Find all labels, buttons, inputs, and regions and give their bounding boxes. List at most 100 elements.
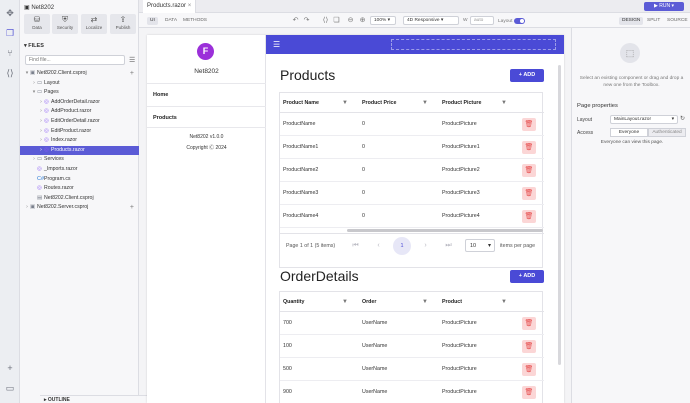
filter-icon[interactable]: ▼ xyxy=(342,292,349,305)
delete-button[interactable]: 🗑 xyxy=(522,317,536,330)
components-icon[interactable]: ✥ xyxy=(5,8,15,18)
file-tree-item[interactable]: ◎ Routes.razor xyxy=(20,184,139,194)
file-tree-item[interactable]: › ▭ Layout xyxy=(20,79,139,89)
table-row[interactable]: ProductName3 0 ProductPicture3 🗑 xyxy=(280,182,544,205)
first-page-icon[interactable]: ⏮ xyxy=(350,240,361,251)
add-product-button[interactable]: + ADD xyxy=(510,69,544,82)
redo-icon[interactable]: ↷ xyxy=(302,16,311,24)
file-tree-item[interactable]: › ◎ AddProduct.razor xyxy=(20,107,139,117)
device-select[interactable]: 4D Responsive ▾ xyxy=(403,16,459,25)
table-row[interactable]: 500 UserName ProductPicture 🗑 xyxy=(280,358,544,381)
close-icon[interactable]: × xyxy=(188,3,192,9)
prev-page-icon[interactable]: ‹ xyxy=(373,240,384,251)
menu-icon[interactable]: ☰ xyxy=(273,40,280,49)
file-tree-item[interactable]: › ◎ EditOrderDetail.razor xyxy=(20,117,139,127)
file-tree-item[interactable]: ▾ ▣ Net8202.Client.csproj + xyxy=(20,69,139,79)
add-icon[interactable]: + xyxy=(5,363,15,373)
delete-button[interactable]: 🗑 xyxy=(522,118,536,131)
add-icon[interactable]: + xyxy=(130,69,134,79)
add-icon[interactable]: + xyxy=(130,203,134,213)
file-tree-item[interactable]: › ◎ Index.razor xyxy=(20,136,139,146)
add-orderdetail-button[interactable]: + ADD xyxy=(510,270,544,283)
tab-ui[interactable]: UI xyxy=(147,17,158,25)
nav-home[interactable]: Home xyxy=(147,83,266,105)
col-product[interactable]: Product xyxy=(442,292,462,312)
table-row[interactable]: ProductName4 0 ProductPicture4 🗑 xyxy=(280,205,544,228)
tab-design[interactable]: DESIGN xyxy=(619,17,644,25)
undo-icon[interactable]: ↶ xyxy=(291,16,300,24)
access-authenticated[interactable]: Authenticated xyxy=(648,128,686,137)
outline-section[interactable]: ▸ OUTLINE xyxy=(40,395,159,403)
table-row[interactable]: ProductName 0 ProductPicture 🗑 xyxy=(280,113,544,136)
file-tree-item[interactable]: ◎ _Imports.razor xyxy=(20,165,139,175)
file-tree-item[interactable]: › ◎ EditProduct.razor xyxy=(20,127,139,137)
file-filter-input[interactable] xyxy=(25,55,125,65)
copy-icon[interactable]: ❏ xyxy=(332,16,341,24)
delete-button[interactable]: 🗑 xyxy=(522,340,536,353)
delete-button[interactable]: 🗑 xyxy=(522,141,536,154)
table-row[interactable]: 100 UserName ProductPicture 🗑 xyxy=(280,335,544,358)
page-1-button[interactable]: 1 xyxy=(393,237,411,255)
horizontal-scrollbar[interactable] xyxy=(347,229,543,232)
refresh-icon[interactable]: ↻ xyxy=(680,115,685,122)
file-tree-item[interactable]: ▤ Net8202.Client.csproj xyxy=(20,194,139,204)
table-cell: UserName xyxy=(362,320,388,326)
next-page-icon[interactable]: › xyxy=(420,240,431,251)
design-canvas[interactable]: F Net8202 Home Products Net8202 v1.0.0 C… xyxy=(147,35,564,403)
file-tree-item[interactable]: C#Program.cs xyxy=(20,175,139,185)
git-branch-icon[interactable]: ⑂ xyxy=(5,48,15,58)
code-icon[interactable]: ⟨⟩ xyxy=(5,68,15,78)
file-tree-item[interactable]: › ▭ Services xyxy=(20,155,139,165)
localize-button[interactable]: ⇄ Localize xyxy=(81,14,107,34)
col-order[interactable]: Order xyxy=(362,292,376,312)
delete-button[interactable]: 🗑 xyxy=(522,386,536,399)
file-tree-item[interactable]: › ◎ Products.razor xyxy=(20,145,139,156)
filter-list-icon[interactable]: ☰ xyxy=(129,56,135,64)
editor-tab-products[interactable]: Products.razor × xyxy=(143,0,197,13)
table-row[interactable]: ProductName1 0 ProductPicture1 🗑 xyxy=(280,136,544,159)
table-row[interactable]: ProductName2 0 ProductPicture2 🗑 xyxy=(280,159,544,182)
delete-button[interactable]: 🗑 xyxy=(522,363,536,376)
col-product-picture[interactable]: Product Picture xyxy=(442,93,481,113)
filter-icon[interactable]: ▼ xyxy=(422,292,429,305)
tab-data[interactable]: DATA xyxy=(162,17,180,25)
filter-icon[interactable]: ▼ xyxy=(501,93,508,106)
tab-source[interactable]: SOURCE xyxy=(664,17,690,25)
publish-label: Publish xyxy=(115,25,131,30)
file-tree-item[interactable]: › ◎ AddOrderDetail.razor xyxy=(20,98,139,108)
last-page-icon[interactable]: ⏭ xyxy=(443,240,454,251)
code-view-icon[interactable]: ⟨⟩ xyxy=(321,16,330,24)
table-row[interactable]: 900 UserName ProductPicture 🗑 xyxy=(280,381,544,403)
zoom-out-icon[interactable]: ⊖ xyxy=(346,16,355,24)
zoom-in-icon[interactable]: ⊕ xyxy=(358,16,367,24)
layout-select[interactable]: MainLayout.razor ▾ xyxy=(610,115,678,124)
table-row[interactable]: 700 UserName ProductPicture 🗑 xyxy=(280,312,544,335)
access-everyone[interactable]: Everyone xyxy=(610,128,648,137)
run-button[interactable]: ▶ RUN ▾ xyxy=(644,2,684,11)
delete-button[interactable]: 🗑 xyxy=(522,164,536,177)
security-button[interactable]: ⛨ Security xyxy=(52,14,78,34)
col-product-name[interactable]: Product Name xyxy=(283,93,319,113)
width-input[interactable]: auto xyxy=(470,16,494,25)
files-icon[interactable]: ❐ xyxy=(5,28,15,38)
filter-icon[interactable]: ▼ xyxy=(422,93,429,106)
page-size-select[interactable]: 10 xyxy=(465,239,495,252)
layout-toggle[interactable] xyxy=(514,18,525,24)
file-tree-item[interactable]: ▾ ▭ Pages xyxy=(20,88,139,98)
folder-icon[interactable]: ▭ xyxy=(5,383,15,393)
publish-button[interactable]: ⇪ Publish xyxy=(110,14,136,34)
delete-button[interactable]: 🗑 xyxy=(522,210,536,223)
col-product-price[interactable]: Product Price xyxy=(362,93,396,113)
col-quantity[interactable]: Quantity xyxy=(283,292,304,312)
filter-icon[interactable]: ▼ xyxy=(342,93,349,106)
tab-methods[interactable]: METHODS xyxy=(180,17,210,25)
delete-button[interactable]: 🗑 xyxy=(522,187,536,200)
data-button[interactable]: ⛁ Data xyxy=(24,14,50,34)
vertical-scrollbar[interactable] xyxy=(558,65,561,365)
nav-products[interactable]: Products xyxy=(147,106,266,128)
filter-icon[interactable]: ▼ xyxy=(501,292,508,305)
header-drop-zone[interactable] xyxy=(391,39,556,50)
zoom-select[interactable]: 100% ▾ xyxy=(370,16,396,25)
tab-split[interactable]: SPLIT xyxy=(644,17,663,25)
file-tree-item[interactable]: › ▣ Net8202.Server.csproj + xyxy=(20,203,139,213)
